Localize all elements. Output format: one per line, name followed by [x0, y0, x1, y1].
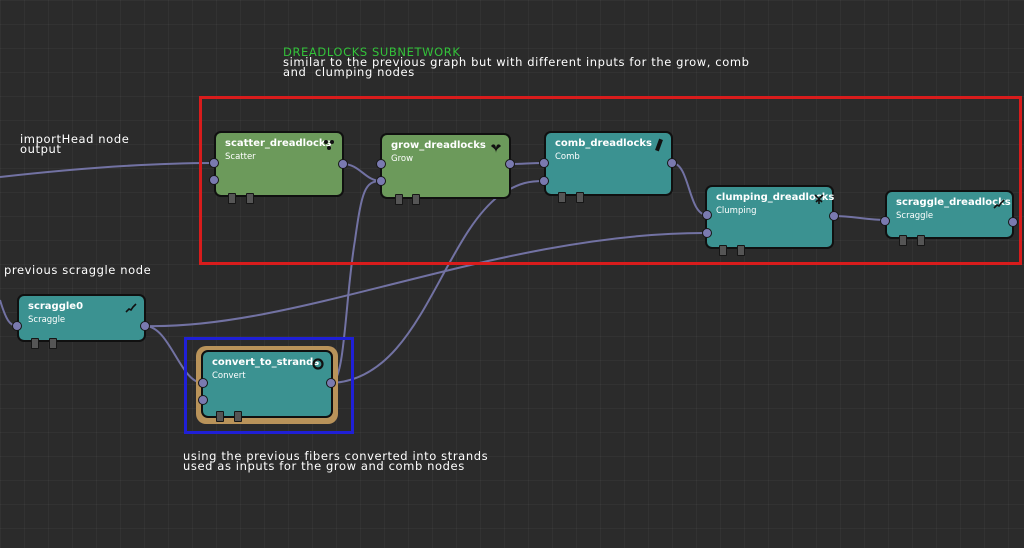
node-type: Scraggle	[896, 211, 934, 221]
convert-annotation-line2: used as inputs for the grow and comb nod…	[183, 459, 465, 473]
node-type: Scraggle	[28, 315, 66, 325]
convert-pad-1[interactable]	[216, 411, 224, 422]
convert-output-port[interactable]	[326, 378, 336, 388]
scatter-pad-1[interactable]	[228, 193, 236, 204]
clumping-input-port-2[interactable]	[702, 228, 712, 238]
node-scraggle0[interactable]: scraggle0 Scraggle	[17, 294, 146, 342]
scatter-output-port[interactable]	[338, 159, 348, 169]
scatter-pad-2[interactable]	[246, 193, 254, 204]
clumping-output-port[interactable]	[829, 211, 839, 221]
comb-pad-2[interactable]	[576, 192, 584, 203]
scraggle0-pad-2[interactable]	[49, 338, 57, 349]
scraggle-dread-pad-2[interactable]	[917, 235, 925, 246]
node-clumping-dreadlocks[interactable]: clumping_dreadlocks Clumping	[705, 185, 834, 249]
node-type: Convert	[212, 371, 246, 381]
node-comb-dreadlocks[interactable]: comb_dreadlocks Comb	[544, 131, 673, 196]
node-name: convert_to_strands	[212, 357, 320, 368]
convert-ring-icon	[312, 358, 324, 370]
clumping-pad-2[interactable]	[737, 245, 745, 256]
scraggle-icon	[125, 303, 137, 313]
comb-pad-1[interactable]	[558, 192, 566, 203]
leaf-icon	[491, 144, 501, 153]
convert-input-port-2[interactable]	[198, 395, 208, 405]
comb-icon	[655, 138, 663, 152]
grow-pad-2[interactable]	[412, 194, 420, 205]
dots-icon	[324, 140, 334, 150]
scraggle-dread-input-port[interactable]	[880, 216, 890, 226]
grow-input-port-2[interactable]	[376, 176, 386, 186]
node-name: comb_dreadlocks	[555, 138, 652, 149]
scraggle-icon	[993, 199, 1005, 209]
node-name: grow_dreadlocks	[391, 140, 486, 151]
comb-output-port[interactable]	[667, 158, 677, 168]
clumping-input-port-1[interactable]	[702, 210, 712, 220]
scatter-input-port-2[interactable]	[209, 175, 219, 185]
scraggle0-input-port[interactable]	[12, 321, 22, 331]
node-type: Clumping	[716, 206, 757, 216]
convert-pad-2[interactable]	[234, 411, 242, 422]
node-type: Grow	[391, 154, 414, 164]
connection-wires	[0, 162, 888, 384]
node-type: Comb	[555, 152, 580, 162]
node-name: scraggle0	[28, 301, 84, 312]
subnetwork-description-line2: and clumping nodes	[283, 65, 415, 79]
node-grow-dreadlocks[interactable]: grow_dreadlocks Grow	[380, 133, 511, 199]
grow-output-port[interactable]	[505, 159, 515, 169]
grow-pad-1[interactable]	[395, 194, 403, 205]
scatter-input-port-1[interactable]	[209, 158, 219, 168]
node-scatter-dreadlocks[interactable]: scatter_dreadlocks Scatter	[214, 131, 344, 197]
scraggle-dread-pad-1[interactable]	[899, 235, 907, 246]
convert-input-port-1[interactable]	[198, 378, 208, 388]
clump-icon	[814, 194, 824, 204]
comb-input-port-1[interactable]	[539, 158, 549, 168]
node-name: scatter_dreadlocks	[225, 138, 332, 149]
clumping-pad-1[interactable]	[719, 245, 727, 256]
node-scraggle-dreadlocks[interactable]: scraggle_dreadlocks Scraggle	[885, 190, 1014, 239]
node-type: Scatter	[225, 152, 256, 162]
wire-import-to-scatter	[0, 162, 216, 178]
node-convert-to-strands[interactable]: convert_to_strands Convert	[201, 350, 333, 418]
grow-input-port-1[interactable]	[376, 159, 386, 169]
previous-scraggle-annotation: previous scraggle node	[4, 263, 152, 277]
import-head-annotation-line2: output	[20, 142, 62, 156]
scraggle-dread-output-port[interactable]	[1008, 217, 1018, 227]
scraggle0-output-port[interactable]	[140, 321, 150, 331]
comb-input-port-2[interactable]	[539, 176, 549, 186]
scraggle0-pad-1[interactable]	[31, 338, 39, 349]
